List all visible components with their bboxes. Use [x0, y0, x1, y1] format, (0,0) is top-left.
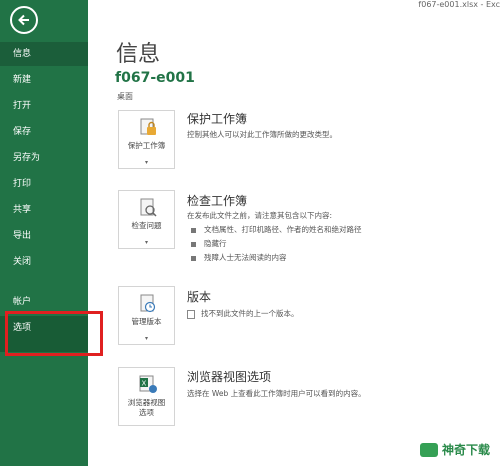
sidebar-item-new[interactable]: 新建: [0, 68, 88, 92]
sidebar-item-share[interactable]: 共享: [0, 198, 88, 222]
sidebar-item-account[interactable]: 帐户: [0, 290, 88, 314]
watermark: 神奇下载: [419, 441, 490, 458]
version-doc-icon: [187, 309, 195, 319]
protect-workbook-desc: 控制其他人可以对此工作簿所做的更改类型。: [187, 130, 337, 139]
check-issues-label: 检查问题: [131, 221, 162, 230]
back-arrow-icon[interactable]: [10, 6, 38, 34]
versions-icon: [140, 294, 156, 313]
manage-versions-button[interactable]: 管理版本 ▾: [118, 286, 175, 345]
browser-view-options-title: 浏览器视图选项: [187, 370, 272, 384]
browser-view-options-button[interactable]: X 浏览器视图 选项: [118, 367, 175, 426]
chevron-down-icon: ▾: [144, 335, 148, 342]
sidebar-item-close[interactable]: 关闭: [0, 250, 88, 274]
chevron-down-icon: ▾: [144, 159, 148, 166]
protect-workbook-label: 保护工作簿: [127, 141, 166, 150]
sidebar-item-options[interactable]: 选项: [0, 316, 88, 352]
sidebar-item-open[interactable]: 打开: [0, 94, 88, 118]
browser-view-options-desc: 选择在 Web 上查看此工作簿时用户可以看到的内容。: [187, 389, 366, 398]
sidebar-item-save[interactable]: 保存: [0, 120, 88, 144]
document-location: 桌面: [117, 92, 133, 101]
window-title: f067-e001.xlsx - Exc: [418, 0, 500, 9]
sidebar-item-save-as[interactable]: 另存为: [0, 146, 88, 170]
excel-browser-icon: X: [139, 375, 157, 393]
svg-text:X: X: [142, 380, 147, 388]
inspect-document-icon: [140, 198, 157, 217]
sidebar-item-export[interactable]: 导出: [0, 224, 88, 248]
versions-desc: 找不到此文件的上一个版本。: [187, 308, 299, 319]
watermark-logo-icon: [419, 442, 438, 457]
inspect-bullet-item: 隐藏行: [191, 238, 227, 249]
inspect-bullet-item: 文档属性、打印机路径、作者的姓名和绝对路径: [191, 224, 362, 235]
check-issues-button[interactable]: 检查问题 ▾: [118, 190, 175, 249]
backstage-sidebar: 信息 新建 打开 保存 另存为 打印 共享 导出 关闭 帐户 选项: [0, 0, 88, 466]
inspect-workbook-title: 检查工作簿: [187, 194, 248, 208]
versions-title: 版本: [187, 290, 212, 304]
manage-versions-label: 管理版本: [131, 317, 162, 326]
sidebar-item-print[interactable]: 打印: [0, 172, 88, 196]
chevron-down-icon: ▾: [144, 239, 148, 246]
inspect-workbook-desc: 在发布此文件之前，请注意其包含以下内容:: [187, 211, 333, 220]
browser-view-options-label: 浏览器视图 选项: [127, 398, 166, 417]
lock-icon: [140, 118, 156, 135]
watermark-text: 神奇下载: [441, 443, 490, 457]
sidebar-item-info[interactable]: 信息: [0, 42, 88, 66]
page-title: 信息: [116, 42, 161, 67]
protect-workbook-title: 保护工作簿: [187, 112, 248, 126]
document-name: f067-e001: [115, 70, 195, 86]
inspect-bullet-item: 残障人士无法阅读的内容: [191, 252, 287, 263]
protect-workbook-button[interactable]: 保护工作簿 ▾: [118, 110, 175, 169]
